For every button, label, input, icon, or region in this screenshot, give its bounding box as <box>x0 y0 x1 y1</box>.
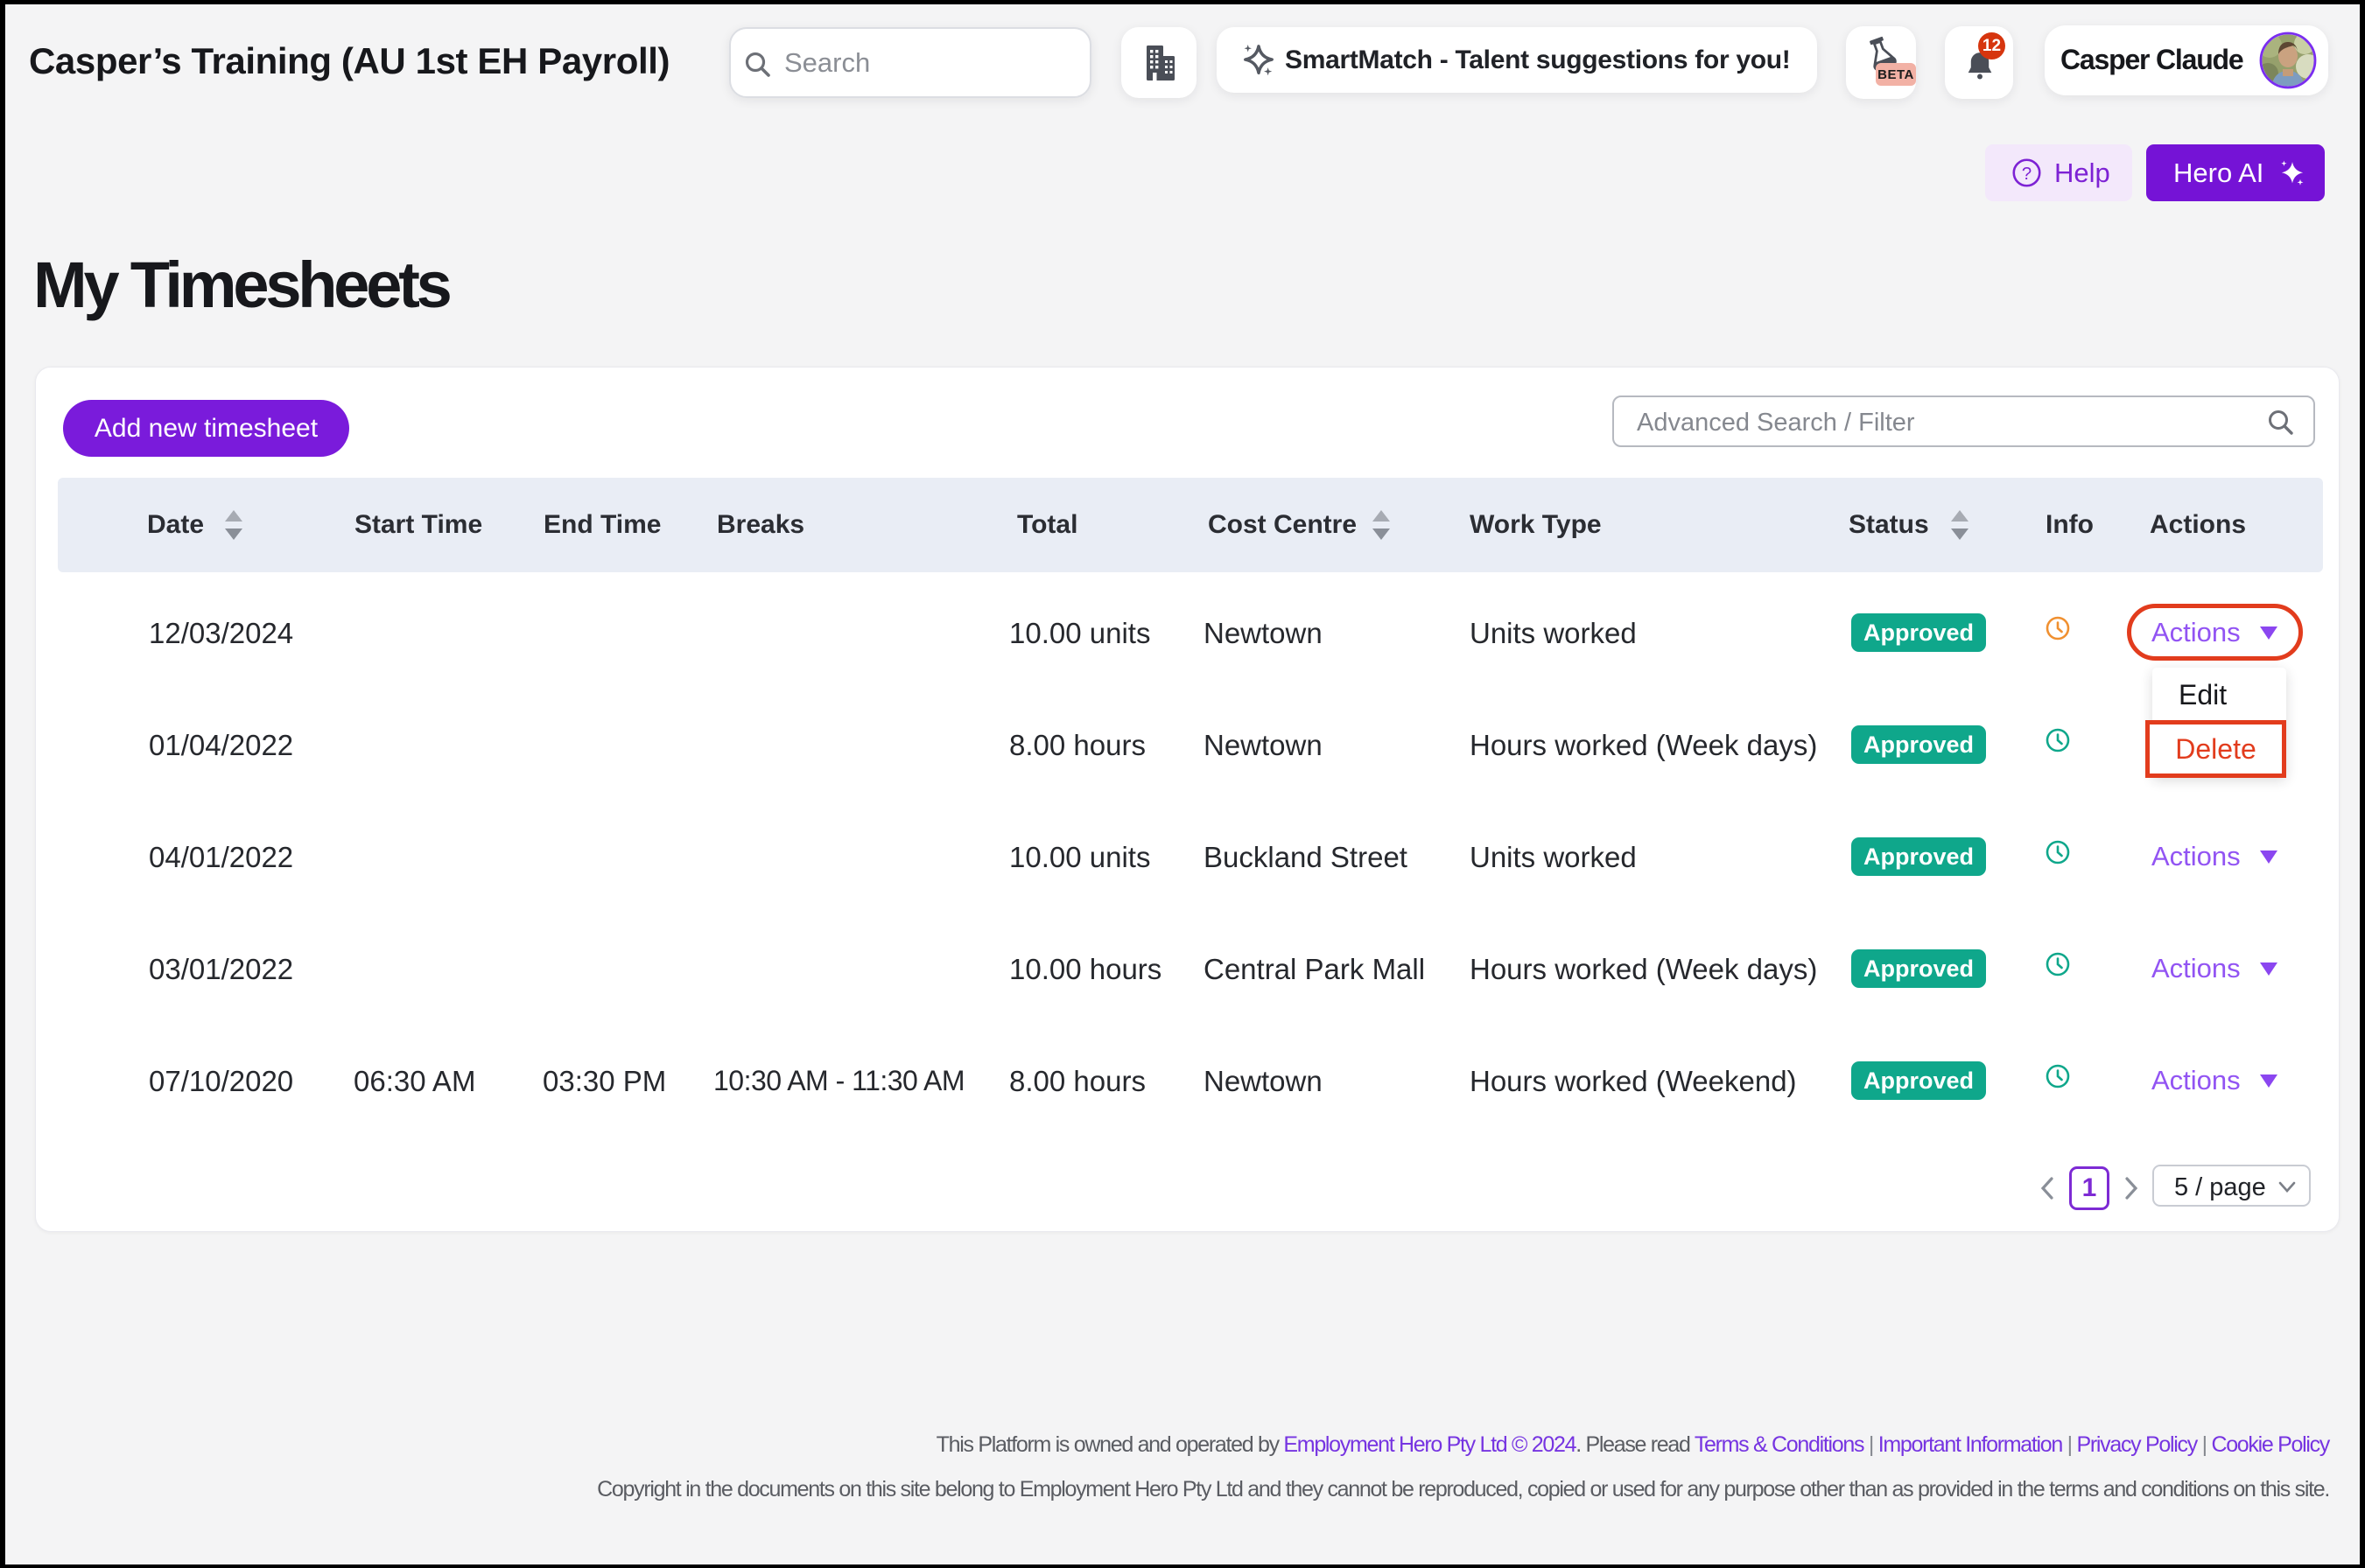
svg-text:?: ? <box>2022 164 2032 184</box>
